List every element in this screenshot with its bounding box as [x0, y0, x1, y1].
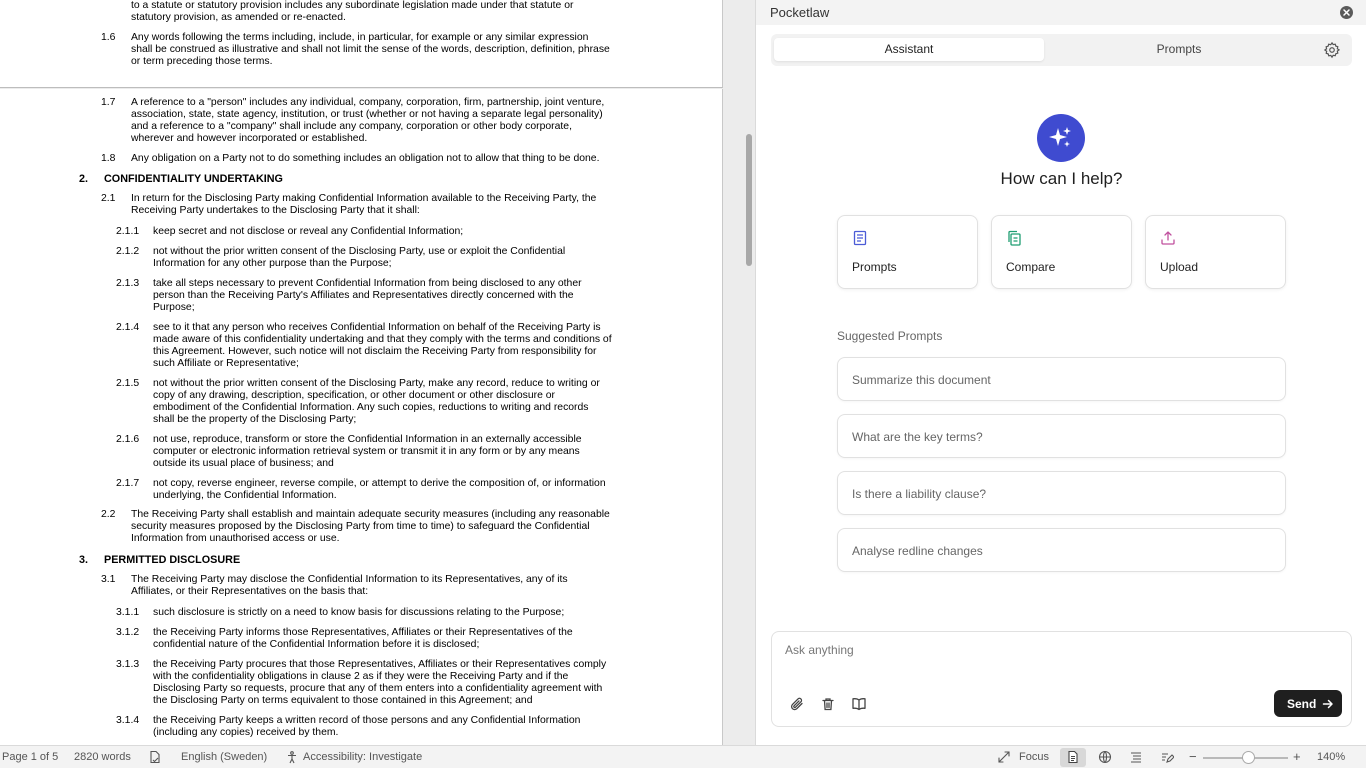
document-page-2: 1.7 A reference to a "person" includes an… [0, 89, 723, 745]
compare-card[interactable]: Compare [991, 215, 1132, 289]
clause-number: 2.2 [101, 509, 116, 520]
panel-header: Pocketlaw [756, 0, 1366, 25]
outline-icon[interactable] [1129, 750, 1143, 764]
clause-text: In return for the Disclosing Party makin… [131, 193, 597, 216]
clause-number: 1.8 [101, 153, 116, 164]
clause-text: keep secret and not disclose or reveal a… [153, 226, 464, 237]
word-count[interactable]: 2820 words [74, 751, 131, 763]
chat-composer: Send [771, 631, 1352, 727]
arrow-right-icon [1322, 699, 1333, 709]
clause-text: not use, reproduce, transform or store t… [153, 434, 582, 469]
clause-number: 2.1.2 [116, 246, 140, 257]
clause-number: 2.1.6 [116, 434, 140, 445]
suggested-prompts-heading: Suggested Prompts [837, 329, 943, 343]
draft-icon[interactable] [1160, 750, 1175, 764]
clause-text: not without the prior written consent of… [153, 246, 566, 269]
zoom-in-icon[interactable]: + [1293, 749, 1301, 764]
panel-tabs: Assistant Prompts [771, 34, 1352, 66]
document-scroll-thumb[interactable] [746, 134, 752, 266]
proofing-icon[interactable] [148, 750, 162, 764]
pocketlaw-panel: Pocketlaw Assistant Prompts How can I he… [755, 0, 1366, 745]
open-book-icon[interactable] [851, 696, 867, 712]
clause-number: 3.1.3 [116, 659, 140, 670]
clause-number: 3.1.1 [116, 607, 140, 618]
language-indicator[interactable]: English (Sweden) [181, 751, 267, 763]
focus-label[interactable]: Focus [1019, 751, 1049, 763]
send-button-label: Send [1287, 697, 1317, 711]
suggested-prompt-label: Summarize this document [852, 373, 991, 387]
clause-text: Any obligation on a Party not to do some… [131, 153, 600, 164]
chat-input[interactable] [785, 643, 1265, 657]
clause-number: 3.1 [101, 574, 116, 585]
trash-icon[interactable] [820, 696, 836, 712]
clause-number: 2. [79, 173, 89, 185]
card-label: Prompts [852, 260, 897, 274]
prompts-card[interactable]: Prompts [837, 215, 978, 289]
clause-number: 2.1 [101, 193, 116, 204]
clause-text: not copy, reverse engineer, reverse comp… [153, 478, 606, 501]
word-with-pocketlaw-addin: to a statute or statutory provision incl… [0, 0, 1366, 768]
sparkle-icon [1037, 114, 1085, 162]
clause-text: not without the prior written consent of… [153, 378, 600, 425]
clause-number: 2.1.4 [116, 322, 140, 333]
card-label: Compare [1006, 260, 1056, 274]
clause-number: 1.6 [101, 32, 116, 43]
zoom-out-icon[interactable]: − [1189, 749, 1197, 764]
status-bar: Page 1 of 5 2820 words English (Sweden) … [0, 745, 1366, 768]
print-layout-icon[interactable] [1066, 750, 1080, 764]
web-layout-icon[interactable] [1098, 750, 1112, 764]
section-heading: PERMITTED DISCLOSURE [104, 554, 241, 566]
close-icon[interactable] [1340, 6, 1353, 19]
accessibility-icon[interactable] [285, 750, 299, 764]
clause-number: 1.7 [101, 97, 116, 108]
gear-icon[interactable] [1323, 41, 1341, 59]
suggested-prompt[interactable]: Summarize this document [837, 357, 1286, 401]
suggested-prompt[interactable]: Is there a liability clause? [837, 471, 1286, 515]
section-heading: CONFIDENTIALITY UNDERTAKING [104, 173, 283, 185]
focus-icon[interactable] [997, 750, 1011, 764]
document-canvas[interactable]: to a statute or statutory provision incl… [0, 0, 755, 745]
clause-text: A reference to a "person" includes any i… [131, 97, 605, 144]
accessibility-status[interactable]: Accessibility: Investigate [303, 751, 422, 763]
clause-text: the Receiving Party procures that those … [153, 659, 607, 706]
clause-number: 2.1.7 [116, 478, 140, 489]
suggested-prompt-label: Analyse redline changes [852, 544, 983, 558]
zoom-slider-thumb[interactable] [1242, 751, 1255, 764]
document-scrollbar[interactable] [740, 0, 755, 745]
clause-text: take all steps necessary to prevent Conf… [153, 278, 582, 313]
clause-number: 2.1.3 [116, 278, 140, 289]
clause-text: such disclosure is strictly on a need to… [153, 607, 565, 618]
panel-title: Pocketlaw [770, 5, 830, 20]
upload-card[interactable]: Upload [1145, 215, 1286, 289]
clause-number: 2.1.5 [116, 378, 140, 389]
doc-paragraph: Any words following the terms including,… [131, 32, 610, 67]
clause-number: 2.1.1 [116, 226, 140, 237]
paperclip-icon[interactable] [789, 696, 805, 712]
hero-title: How can I help? [1000, 169, 1123, 188]
clause-number: 3.1.4 [116, 715, 140, 726]
zoom-level[interactable]: 140% [1317, 751, 1345, 763]
clause-number: 3.1.2 [116, 627, 140, 638]
tab-assistant[interactable]: Assistant [774, 38, 1044, 61]
suggested-prompt[interactable]: What are the key terms? [837, 414, 1286, 458]
clause-text: see to it that any person who receives C… [153, 322, 612, 369]
copy-icon [1006, 230, 1022, 246]
page-count[interactable]: Page 1 of 5 [2, 751, 58, 763]
document-page-1: to a statute or statutory provision incl… [0, 0, 723, 88]
doc-paragraph: to a statute or statutory provision incl… [131, 0, 574, 23]
clause-text: The Receiving Party shall establish and … [131, 509, 610, 544]
upload-icon [1160, 230, 1176, 246]
suggested-prompt-label: Is there a liability clause? [852, 487, 987, 501]
clause-text: The Receiving Party may disclose the Con… [131, 574, 568, 597]
suggested-prompt-label: What are the key terms? [852, 430, 983, 444]
send-button[interactable]: Send [1274, 690, 1342, 717]
clause-number: 3. [79, 554, 89, 566]
card-label: Upload [1160, 260, 1199, 274]
tab-prompts[interactable]: Prompts [1044, 38, 1314, 61]
book-icon [852, 230, 868, 246]
clause-text: the Receiving Party keeps a written reco… [153, 715, 581, 738]
suggested-prompt[interactable]: Analyse redline changes [837, 528, 1286, 572]
clause-text: the Receiving Party informs those Repres… [153, 627, 573, 650]
